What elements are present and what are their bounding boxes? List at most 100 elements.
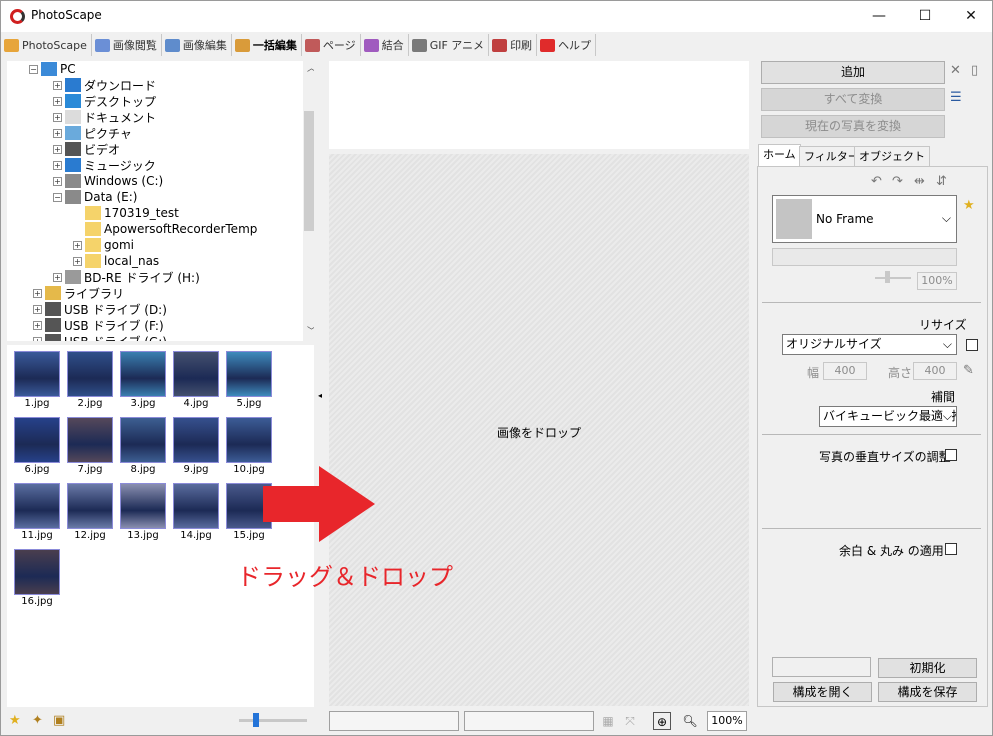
tree-node[interactable]: + ビデオ xyxy=(53,141,120,157)
tab-6[interactable]: GIF アニメ xyxy=(409,34,490,56)
tree-expander-icon[interactable]: + xyxy=(53,272,62,282)
favorite-folder-icon[interactable]: ✦ xyxy=(32,713,48,729)
tree-node[interactable]: + ライブラリ xyxy=(33,285,124,301)
tree-scroll-thumb[interactable] xyxy=(304,111,314,231)
tree-expander-icon[interactable]: + xyxy=(33,304,42,314)
tree-node[interactable]: + local_nas xyxy=(73,253,159,269)
tab-0[interactable]: PhotoScape xyxy=(1,34,92,56)
thumbnail-item[interactable]: 6.jpg xyxy=(12,417,62,475)
resize-select[interactable]: オリジナルサイズ ⌵ xyxy=(782,334,957,355)
tree-node[interactable]: + デスクトップ xyxy=(53,93,156,109)
folder-view-icon[interactable]: ▣ xyxy=(53,713,69,729)
tree-node[interactable]: + gomi xyxy=(73,237,134,253)
interpolation-select[interactable]: バイキュービック最適 (推 ⌵ xyxy=(819,406,957,427)
tree-expander-icon[interactable]: + xyxy=(53,96,62,106)
tree-expander-icon[interactable]: + xyxy=(53,176,62,186)
thumbnail-item[interactable]: 8.jpg xyxy=(118,417,168,475)
tree-scrollbar[interactable]: ︿ ﹀ xyxy=(303,61,314,341)
list-view-icon[interactable]: ☰ xyxy=(950,90,962,106)
thumbnail-item[interactable]: 9.jpg xyxy=(171,417,221,475)
tree-node[interactable]: + USB ドライブ (F:) xyxy=(33,317,164,333)
open-config-button[interactable]: 構成を開く xyxy=(773,682,872,702)
thumbnail-item[interactable]: 5.jpg xyxy=(224,351,274,409)
tab-2[interactable]: 画像編集 xyxy=(162,34,232,56)
tab-4[interactable]: ページ xyxy=(302,34,361,56)
tree-node[interactable]: + BD-RE ドライブ (H:) xyxy=(53,269,200,285)
frame-select[interactable]: No Frame ⌵ xyxy=(772,195,957,243)
tree-node[interactable]: + ピクチャ xyxy=(53,125,132,141)
transparency-grid-icon[interactable]: ▦ xyxy=(599,712,617,730)
tree-node[interactable]: 170319_test xyxy=(73,205,179,221)
thumbnail-item[interactable]: 1.jpg xyxy=(12,351,62,409)
close-button[interactable]: ✕ xyxy=(948,1,992,32)
tree-node[interactable]: + USB ドライブ (G:) xyxy=(33,333,167,341)
height-input[interactable]: 400 xyxy=(913,362,957,380)
tree-expander-icon[interactable]: + xyxy=(53,80,62,90)
tree-node[interactable]: + ダウンロード xyxy=(53,77,156,93)
thumbnail-size-slider-thumb[interactable] xyxy=(253,713,259,727)
thumbnail-item[interactable]: 16.jpg xyxy=(12,549,62,607)
trash-icon[interactable]: ▯ xyxy=(971,63,978,79)
thumbnail-size-slider[interactable] xyxy=(239,719,307,722)
tree-expander-icon[interactable]: − xyxy=(53,192,62,202)
add-button[interactable]: 追加 xyxy=(761,61,945,84)
tree-expander-icon[interactable]: + xyxy=(53,144,62,154)
vertical-adjust-checkbox[interactable] xyxy=(945,449,957,461)
tree-expander-icon[interactable]: + xyxy=(33,336,42,341)
favorite-star-icon[interactable]: ★ xyxy=(9,713,25,729)
tree-expander-icon[interactable]: + xyxy=(33,288,42,298)
tree-node[interactable]: ApowersoftRecorderTemp xyxy=(73,221,257,237)
thumbnail-item[interactable]: 4.jpg xyxy=(171,351,221,409)
tree-expander-icon[interactable]: + xyxy=(73,256,82,266)
thumbnail-item[interactable]: 13.jpg xyxy=(118,483,168,541)
tree-node[interactable]: + Windows (C:) xyxy=(53,173,163,189)
frame-favorite-icon[interactable]: ★ xyxy=(963,198,975,214)
tab-5[interactable]: 結合 xyxy=(361,34,409,56)
drop-area[interactable]: 画像をドロップ xyxy=(329,154,749,706)
convert-all-button[interactable]: すべて変換 xyxy=(761,88,945,111)
tree-node[interactable]: − PC xyxy=(29,61,76,77)
maximize-button[interactable]: ☐ xyxy=(902,1,948,32)
tab-1[interactable]: 画像閲覧 xyxy=(92,34,162,56)
frame-size-slider-thumb[interactable] xyxy=(885,271,890,283)
reset-button[interactable]: 初期化 xyxy=(878,658,977,678)
thumbnail-item[interactable]: 12.jpg xyxy=(65,483,115,541)
pencil-icon[interactable]: ✎ xyxy=(963,363,974,379)
tab-object[interactable]: オブジェクト xyxy=(854,146,930,166)
tree-expander-icon[interactable]: − xyxy=(29,64,38,74)
flip-horizontal-icon[interactable]: ⇹ xyxy=(914,174,925,190)
tree-node[interactable]: − Data (E:) xyxy=(53,189,137,205)
tree-node[interactable]: + ミュージック xyxy=(53,157,156,173)
fit-screen-icon[interactable]: ⤧ xyxy=(621,712,639,730)
thumbnail-item[interactable]: 3.jpg xyxy=(118,351,168,409)
tree-expander-icon[interactable]: + xyxy=(33,320,42,330)
clear-list-icon[interactable]: ✕ xyxy=(950,63,961,79)
tab-7[interactable]: 印刷 xyxy=(489,34,538,56)
thumbnail-item[interactable]: 11.jpg xyxy=(12,483,62,541)
zoom-actual-size-icon[interactable]: ⊕ xyxy=(653,712,671,730)
convert-current-button[interactable]: 現在の写真を変換 xyxy=(761,115,945,138)
tree-expander-icon[interactable]: + xyxy=(53,160,62,170)
tab-8[interactable]: ヘルプ xyxy=(537,34,597,56)
thumbnail-item[interactable]: 2.jpg xyxy=(65,351,115,409)
thumbnail-item[interactable]: 14.jpg xyxy=(171,483,221,541)
tree-node[interactable]: + USB ドライブ (D:) xyxy=(33,301,167,317)
tree-expander-icon[interactable]: + xyxy=(73,240,82,250)
tab-home[interactable]: ホーム xyxy=(758,144,801,166)
rotate-left-icon[interactable]: ↶ xyxy=(871,174,882,190)
scroll-down-icon[interactable]: ﹀ xyxy=(303,324,314,341)
tree-expander-icon[interactable]: + xyxy=(53,112,62,122)
resize-lock-icon[interactable] xyxy=(966,339,978,351)
thumbnail-item[interactable]: 7.jpg xyxy=(65,417,115,475)
minimize-button[interactable]: — xyxy=(856,1,902,32)
rotate-right-icon[interactable]: ↷ xyxy=(892,174,903,190)
zoom-in-icon[interactable]: 🔍︎ xyxy=(681,712,699,730)
tab-3[interactable]: 一括編集 xyxy=(232,34,302,56)
tree-expander-icon[interactable]: + xyxy=(53,128,62,138)
frame-size-slider[interactable] xyxy=(875,277,911,279)
width-input[interactable]: 400 xyxy=(823,362,867,380)
collapse-left-pane-icon[interactable]: ◂ xyxy=(314,383,326,409)
folder-tree[interactable]: ︿ ﹀ − PC + ダウンロード + デスクトップ + ドキュメント + ピクチャ + ビデオ + ミュ… xyxy=(7,61,314,341)
scroll-up-icon[interactable]: ︿ xyxy=(303,61,314,78)
tree-node[interactable]: + ドキュメント xyxy=(53,109,156,125)
